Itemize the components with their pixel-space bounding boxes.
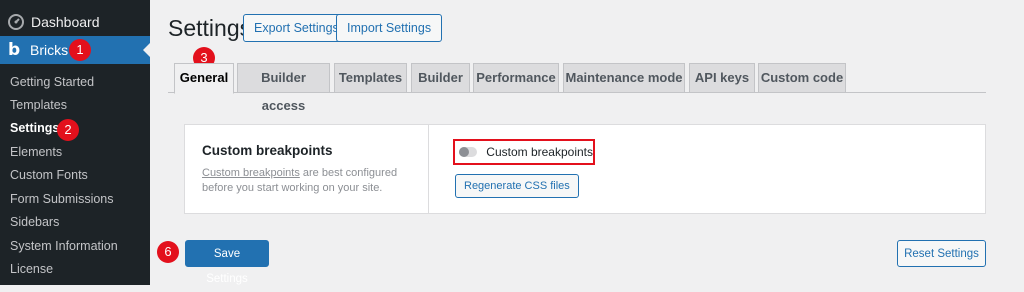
save-settings-button[interactable]: Save Settings (185, 240, 269, 285)
custom-breakpoints-toggle[interactable] (459, 147, 478, 157)
custom-breakpoints-link[interactable]: Custom breakpoints (202, 167, 300, 179)
step-marker-2: 2 (57, 119, 79, 141)
sidebar-item-label: Dashboard (31, 14, 100, 30)
submenu-item-templates[interactable]: Templates (10, 95, 67, 115)
active-pointer (143, 42, 151, 58)
page-title: Settings (168, 15, 252, 41)
panel-heading: Custom breakpoints (202, 143, 333, 158)
submenu-item-settings[interactable]: Settings (10, 118, 59, 138)
sidebar-item-dashboard[interactable]: Dashboard (0, 9, 150, 35)
step-marker-6: 6 (157, 241, 179, 263)
reset-settings-button[interactable]: Reset Settings (897, 240, 986, 267)
tab-templates[interactable]: Templates (334, 63, 407, 93)
submenu-item-system-information[interactable]: System Information (10, 236, 118, 256)
regenerate-css-button[interactable]: Regenerate CSS files (455, 174, 579, 198)
custom-breakpoints-toggle-highlight: Custom breakpoints (453, 139, 595, 165)
tab-api-keys[interactable]: API keys (689, 63, 755, 93)
sidebar-item-label: Bricks (30, 42, 69, 58)
tab-custom-code[interactable]: Custom code (758, 63, 846, 93)
tab-performance[interactable]: Performance (473, 63, 559, 93)
tab-maintenance-mode[interactable]: Maintenance mode (563, 63, 685, 93)
tab-builder[interactable]: Builder (411, 63, 470, 93)
toggle-knob (459, 147, 469, 157)
toggle-label: Custom breakpoints (486, 145, 593, 159)
tab-general[interactable]: General (174, 63, 234, 94)
export-settings-button[interactable]: Export Settings (243, 14, 350, 42)
tab-builder-access[interactable]: Builder access (237, 63, 330, 113)
submenu-item-custom-fonts[interactable]: Custom Fonts (10, 165, 88, 185)
step-marker-1: 1 (69, 39, 91, 61)
panel-description-column: Custom breakpoints Custom breakpoints ar… (185, 125, 429, 213)
submenu-item-sidebars[interactable]: Sidebars (10, 212, 59, 232)
submenu-item-elements[interactable]: Elements (10, 142, 62, 162)
submenu-item-getting-started[interactable]: Getting Started (10, 72, 94, 92)
dashboard-icon (8, 14, 24, 30)
import-settings-button[interactable]: Import Settings (336, 14, 443, 42)
submenu-item-license[interactable]: License (10, 259, 53, 279)
panel-description: Custom breakpoints are best configured b… (202, 166, 427, 196)
submenu-item-form-submissions[interactable]: Form Submissions (10, 189, 114, 209)
bricks-icon: b (8, 39, 21, 60)
custom-breakpoints-panel: Custom breakpoints Custom breakpoints ar… (184, 124, 986, 214)
